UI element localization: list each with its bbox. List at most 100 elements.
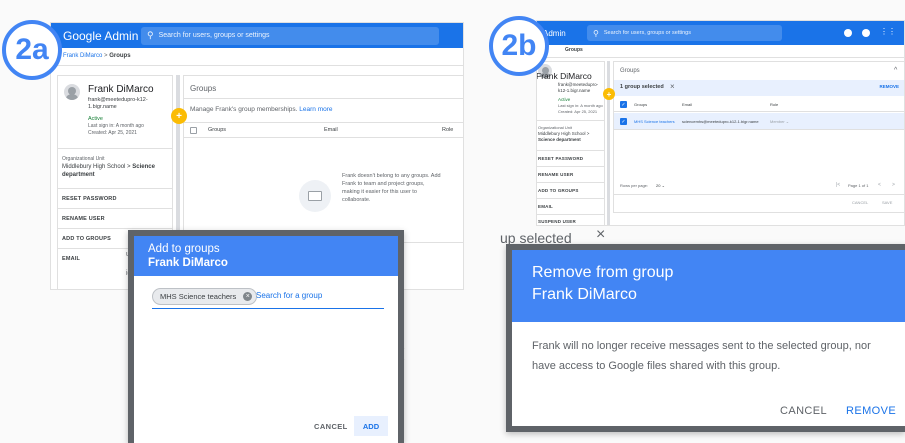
bg-close-icon: × [596,226,606,243]
empty-state-text: Frank doesn't belong to any groups. Add … [342,173,441,203]
divider [614,194,904,195]
org-unit-label: Organizational Unit [538,125,573,130]
cancel-button[interactable]: CANCEL [780,405,827,417]
add-to-groups-button[interactable]: ADD TO GROUPS [538,188,579,193]
apps-grid-icon[interactable]: ⋮⋮ [880,27,896,36]
remove-from-group-dialog: Remove from group Frank DiMarco Frank wi… [506,244,905,432]
save-button[interactable]: SAVE [882,200,892,205]
column-email: Email [682,102,693,107]
user-card: Frank DiMarco frank@meetedupro-k12-1.big… [537,61,605,225]
table-header: ✓ Groups Email Role [614,98,904,112]
breadcrumb-current: Groups [109,53,131,59]
manage-text: Manage Frank's group memberships. Learn … [190,106,333,113]
search-placeholder: Search for users, groups or settings [158,32,270,39]
step-badge-label: 2a [15,33,49,66]
help-icon[interactable] [862,29,870,37]
user-email: frank@meetedupro-k12-1.bigr.name [558,82,599,93]
dialog-body: Frank will no longer receive messages se… [532,340,871,372]
collapse-icon[interactable]: ^ [894,67,897,74]
column-email: Email [324,127,338,133]
group-chip[interactable]: MHS Science teachers × [152,288,258,305]
app-title: Google Admin [63,28,139,43]
dialog-subtitle: Frank DiMarco [532,286,637,303]
suspend-user-button[interactable]: SUSPEND USER [538,219,576,224]
email-button[interactable]: EMAIL [538,204,553,209]
support-icon[interactable] [844,29,852,37]
group-search-input[interactable]: Search for a group [256,291,322,300]
rows-per-page-select[interactable]: 20 ⌄ [656,183,665,188]
row-checkbox[interactable]: ✓ [620,118,627,125]
add-button[interactable]: ADD [354,416,388,436]
column-groups: Groups [634,102,648,107]
org-unit-current: Science department [538,136,581,142]
divider [537,214,604,215]
org-unit-sep: > [127,164,131,170]
first-page-icon[interactable]: |< [836,182,840,188]
breadcrumb-sep: > [104,53,108,59]
selected-count: 1 group selected [620,84,664,90]
prev-page-icon[interactable]: < [878,182,881,188]
rename-user-button[interactable]: RENAME USER [538,172,573,177]
dialog-title: Remove from group [532,264,674,281]
divider [537,57,904,58]
search-bar[interactable]: ⚲ Search for users, groups or settings [587,25,782,41]
column-groups: Groups [208,127,227,133]
org-unit-path: Middlebury High School > Science departm… [62,164,172,180]
divider [184,98,463,99]
empty-state-illustration [299,180,331,212]
org-unit-parent: Middlebury High School [62,164,126,170]
scrollbar[interactable] [607,61,610,225]
add-to-groups-button[interactable]: ADD TO GROUPS [62,236,111,242]
top-bar: Admin ⚲ Search for users, groups or sett… [537,21,904,45]
groups-card-title: Groups [190,84,217,93]
remove-callout-marker: + [603,88,615,100]
table-row[interactable]: ✓ MHS Science teachers sciencemhs@meeted… [614,113,904,130]
column-role: Role [442,127,454,133]
search-bar[interactable]: ⚲ Search for users, groups or settings [141,26,439,45]
manage-description: Manage Frank's group memberships. [190,106,298,113]
divider [537,182,604,183]
chevron-down-icon: ⌄ [661,183,665,188]
row-group-name[interactable]: MHS Science teachers [634,119,675,124]
clear-selection-icon[interactable]: × [670,82,675,91]
learn-more-link[interactable]: Learn more [299,106,332,113]
email-button[interactable]: EMAIL [62,256,80,262]
divider [537,120,604,121]
step-badge-label: 2b [501,29,537,62]
divider [58,208,172,209]
rows-per-page-label: Rows per page: [620,183,649,188]
top-bar: Google Admin ⚲ Search for users, groups … [51,23,463,48]
user-email: frank@meetedupro-k12-1.bigr.name [88,97,148,111]
org-unit-path: Middlebury High School > Science departm… [538,131,604,143]
next-page-icon[interactable]: > [892,182,895,188]
add-to-groups-dialog: Add to groups Frank DiMarco MHS Science … [128,230,404,443]
search-icon: ⚲ [593,28,599,38]
step-badge-2b: 2b [489,16,549,76]
reset-password-button[interactable]: RESET PASSWORD [538,156,583,161]
table-header: Groups Email Role [184,122,463,138]
last-sign-in: Last sign in: A month ago [88,123,144,129]
dialog-title: Add to groups [148,243,220,255]
breadcrumb-parent[interactable]: Frank DiMarco [63,53,102,59]
remove-button[interactable]: REMOVE [846,405,896,417]
avatar [64,84,80,100]
select-all-checkbox[interactable]: ✓ [620,101,627,108]
cancel-button[interactable]: CANCEL [852,200,868,205]
breadcrumb-current: Groups [565,47,583,53]
chevron-down-icon: ⌄ [785,119,790,124]
rename-user-button[interactable]: RENAME USER [62,216,105,222]
breadcrumb: Groups [565,47,583,53]
search-icon: ⚲ [147,30,154,40]
divider [537,150,604,151]
last-sign-in: Last sign in: A month ago [558,103,603,108]
divider [51,65,463,66]
add-callout-marker: + [171,108,187,124]
column-role: Role [770,102,779,107]
groups-card: Groups Manage Frank's group memberships.… [183,75,463,243]
reset-password-button[interactable]: RESET PASSWORD [62,196,117,202]
select-all-checkbox[interactable] [190,127,197,134]
cancel-button[interactable]: CANCEL [314,422,348,431]
row-role-select[interactable]: Member ⌄ [770,119,789,124]
chip-remove-icon[interactable]: × [243,292,253,301]
remove-button[interactable]: REMOVE [879,84,899,89]
